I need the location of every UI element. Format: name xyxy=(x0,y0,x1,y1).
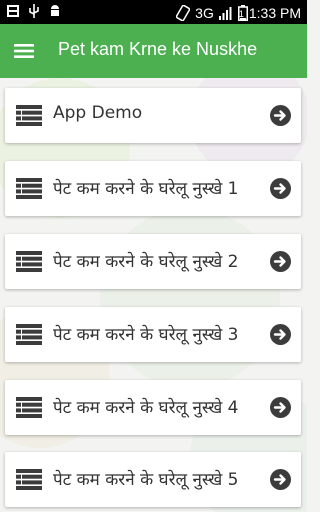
arrow-right-circle-icon[interactable] xyxy=(270,251,291,272)
list-item-nuskhe-5[interactable]: पेट कम करने के घरेलू नुस्खे 5 xyxy=(5,452,301,507)
gallery-icon xyxy=(7,5,19,17)
arrow-right-circle-icon[interactable] xyxy=(270,178,291,199)
status-bar: 3G 1 1:33 PM xyxy=(0,0,307,24)
arrow-right-circle-icon[interactable] xyxy=(270,324,291,345)
page-title: Pet kam Krne ke Nuskhe xyxy=(58,39,258,59)
background-decoration xyxy=(0,78,307,512)
list-icon xyxy=(16,178,42,199)
hamburger-menu-icon[interactable] xyxy=(10,38,38,64)
list-icon xyxy=(16,251,42,272)
vibrate-icon xyxy=(176,5,191,21)
arrow-right-circle-icon[interactable] xyxy=(270,397,291,418)
signal-icon xyxy=(218,7,232,20)
list-icon xyxy=(16,469,42,490)
usb-icon xyxy=(29,4,39,18)
list-icon xyxy=(16,105,42,126)
list-item-label: पेट कम करने के घरेलू नुस्खे 2 xyxy=(53,252,239,272)
list-item-nuskhe-1[interactable]: पेट कम करने के घरेलू नुस्खे 1 xyxy=(5,161,301,216)
network-type: 3G xyxy=(195,5,214,21)
list-item-nuskhe-3[interactable]: पेट कम करने के घरेलू नुस्खे 3 xyxy=(5,307,301,362)
list-item-label: पेट कम करने के घरेलू नुस्खे 5 xyxy=(53,470,239,490)
app-bar: Pet kam Krne ke Nuskhe xyxy=(0,24,307,78)
list-item-app-demo[interactable]: App Demo xyxy=(5,88,301,143)
arrow-right-circle-icon[interactable] xyxy=(270,105,291,126)
list-item-label: पेट कम करने के घरेलू नुस्खे 3 xyxy=(53,325,239,345)
list-item-nuskhe-4[interactable]: पेट कम करने के घरेलू नुस्खे 4 xyxy=(5,380,301,435)
battery-level: 1 xyxy=(238,9,244,19)
list-icon xyxy=(16,397,42,418)
list-item-nuskhe-2[interactable]: पेट कम करने के घरेलू नुस्खे 2 xyxy=(5,234,301,289)
clock: 1:33 PM xyxy=(248,5,301,21)
android-icon xyxy=(51,5,59,16)
list-icon xyxy=(16,324,42,345)
list-item-label: App Demo xyxy=(53,103,143,123)
arrow-right-circle-icon[interactable] xyxy=(270,469,291,490)
list-item-label: पेट कम करने के घरेलू नुस्खे 1 xyxy=(53,179,239,199)
status-right: 3G 1 1:33 PM xyxy=(176,3,301,23)
list-item-label: पेट कम करने के घरेलू नुस्खे 4 xyxy=(53,398,239,418)
status-left xyxy=(6,4,62,18)
